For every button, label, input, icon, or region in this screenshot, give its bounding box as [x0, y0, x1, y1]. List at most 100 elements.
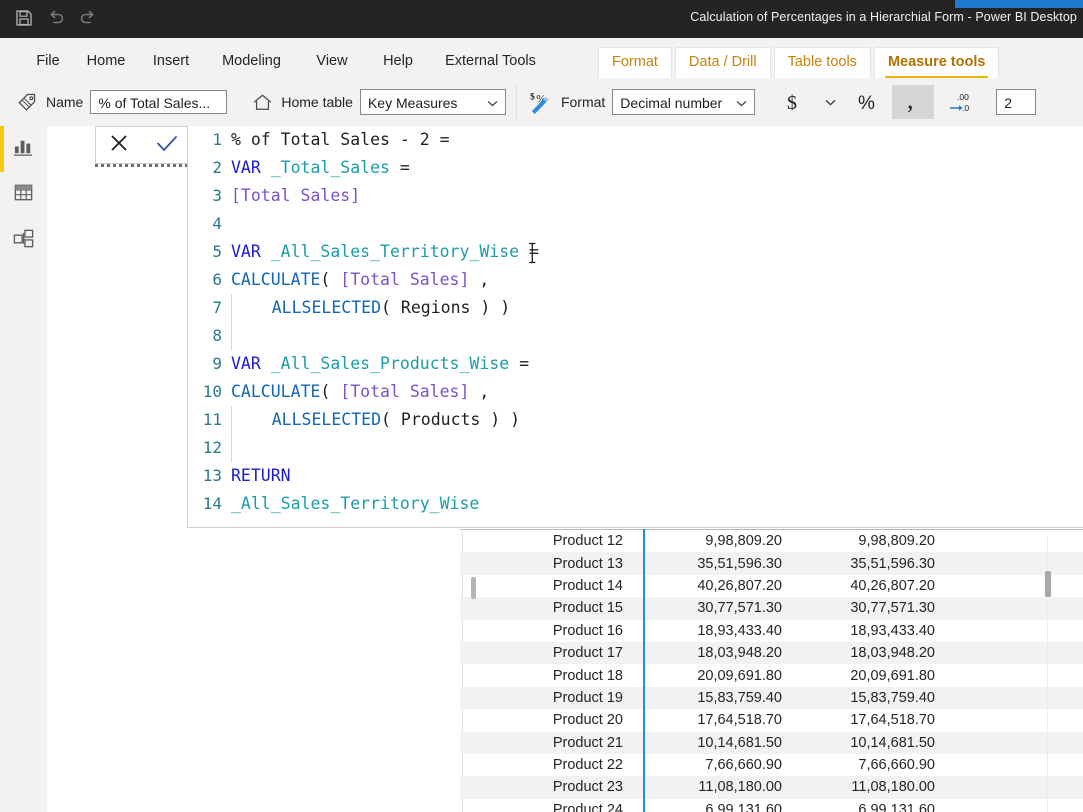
tab-home[interactable]: Home — [74, 53, 138, 78]
home-table-select[interactable]: Key Measures — [359, 89, 506, 115]
format-value: Decimal number — [620, 95, 723, 111]
tab-data-drill[interactable]: Data / Drill — [674, 47, 771, 78]
format-select[interactable]: Decimal number — [612, 89, 756, 115]
thousands-separator-button[interactable]: , — [892, 85, 935, 119]
tab-modeling[interactable]: Modeling — [204, 53, 299, 78]
table-cell-product: Product 15 — [552, 600, 623, 617]
sidebar-item-model-view[interactable] — [0, 218, 47, 264]
quick-access-toolbar — [14, 8, 98, 28]
table-row[interactable]: Product 14 40,26,807.20 40,26,807.20 — [460, 575, 1083, 597]
table-row[interactable]: Product 23 11,08,180.00 11,08,180.00 — [460, 776, 1083, 799]
table-row[interactable]: Product 20 17,64,518.70 17,64,518.70 — [460, 709, 1083, 731]
table-row[interactable]: Product 24 6,99,131.60 6,99,131.60 — [460, 799, 1083, 812]
table-cell-value-1: 30,77,571.30 — [697, 600, 782, 617]
dax-formula-bar: 1 % of Total Sales - 2 = 2 VAR _Total_Sales… — [47, 126, 1083, 529]
ribbon-group-structure: Name % of Total Sales... Home table Key … — [0, 78, 516, 126]
table-row[interactable]: Product 21 10,14,681.50 10,14,681.50 — [460, 731, 1083, 754]
tab-external-tools[interactable]: External Tools — [431, 53, 550, 78]
measure-name-input[interactable]: % of Total Sales... — [90, 90, 228, 114]
table-row[interactable]: Product 12 9,98,809.20 9,98,809.20 — [460, 530, 1083, 552]
table-cell-product: Product 22 — [552, 757, 623, 774]
tab-format[interactable]: Format — [598, 47, 672, 78]
code-text: ALLSELECTED( Products ) ) — [231, 406, 520, 434]
line-number: 1 — [212, 130, 222, 149]
sidebar-item-report-view[interactable] — [0, 126, 47, 172]
dax-code-editor[interactable]: 1 % of Total Sales - 2 = 2 VAR _Total_Sales… — [187, 126, 1083, 528]
chevron-down-icon — [736, 89, 747, 115]
code-line: 10 CALCULATE( [Total Sales] , — [188, 378, 1083, 406]
code-text — [231, 322, 232, 350]
code-token: [Total Sales] — [340, 270, 470, 289]
currency-format-button[interactable]: $ — [775, 85, 811, 119]
table-row[interactable]: Product 15 30,77,571.30 30,77,571.30 — [460, 597, 1083, 620]
code-token: CALCULATE — [231, 382, 321, 401]
svg-text:.0: .0 — [962, 103, 969, 113]
tab-help[interactable]: Help — [365, 53, 431, 78]
code-line: 6 CALCULATE( [Total Sales] , — [188, 266, 1083, 294]
table-cell-product: Product 17 — [552, 645, 623, 662]
formula-commit-controls — [95, 126, 192, 164]
window-title: Calculation of Percentages in a Hierarch… — [690, 10, 1077, 24]
currency-dropdown-chevron-icon[interactable] — [818, 85, 842, 119]
name-label: Name — [46, 94, 84, 110]
table-cell-value-2: 18,93,433.40 — [850, 622, 935, 639]
table-row[interactable]: Product 19 15,83,759.40 15,83,759.40 — [460, 686, 1083, 710]
code-text: VAR _Total_Sales = — [231, 154, 410, 182]
code-token: VAR — [231, 158, 261, 177]
code-token: ( — [320, 382, 341, 401]
code-token: _Total_Sales — [270, 158, 390, 177]
code-line: 12 — [188, 434, 1083, 462]
save-icon[interactable] — [14, 8, 34, 28]
tab-insert[interactable]: Insert — [138, 53, 204, 78]
svg-text:,: , — [907, 90, 914, 114]
code-text: ALLSELECTED( Regions ) ) — [231, 294, 510, 322]
code-token: _All_Sales_Territory_Wise — [270, 242, 520, 261]
formula-bar-resize-handle[interactable] — [95, 164, 191, 167]
code-token: CALCULATE — [231, 270, 321, 289]
table-row[interactable]: Product 13 35,51,596.30 35,51,596.30 — [460, 552, 1083, 575]
code-text: % of Total Sales - 2 = — [231, 126, 450, 154]
table-cell-value-2: 40,26,807.20 — [850, 577, 935, 594]
code-line: 5 VAR _All_Sales_Territory_Wise = — [188, 238, 1083, 266]
code-line: 9 VAR _All_Sales_Products_Wise = — [188, 350, 1083, 378]
decrease-decimals-icon[interactable]: .00 .0 — [941, 85, 981, 119]
table-scrollbar-thumb-left[interactable] — [471, 577, 476, 599]
code-line: 14 _All_Sales_Territory_Wise — [188, 490, 1083, 518]
table-cell-value-1: 11,08,180.00 — [698, 779, 782, 796]
home-table-label: Home table — [281, 94, 353, 110]
table-cell-value-2: 9,98,809.20 — [858, 533, 935, 550]
table-cell-product: Product 12 — [552, 533, 623, 550]
percent-format-button[interactable]: % — [849, 85, 885, 119]
table-scrollbar-thumb-right[interactable] — [1045, 571, 1051, 597]
undo-icon[interactable] — [46, 8, 66, 28]
code-text: VAR _All_Sales_Territory_Wise = — [231, 238, 539, 266]
window-controls-highlight[interactable] — [955, 0, 1083, 8]
redo-icon[interactable] — [78, 8, 98, 28]
code-token: = — [509, 354, 530, 373]
tab-file[interactable]: File — [22, 53, 74, 78]
ribbon-group-formatting: $% Format Decimal number $ % , .00 .0 2 — [517, 78, 1046, 126]
tab-view[interactable]: View — [299, 53, 365, 78]
checkmark-icon[interactable] — [154, 131, 180, 160]
code-token: RETURN — [231, 466, 291, 485]
column-resize-indicator[interactable] — [643, 529, 645, 812]
table-cell-product: Product 18 — [552, 667, 623, 684]
table-row[interactable]: Product 18 20,09,691.80 20,09,691.80 — [460, 664, 1083, 686]
code-token: = — [519, 242, 539, 261]
table-cell-value-2: 7,66,660.90 — [858, 757, 935, 774]
tab-table-tools[interactable]: Table tools — [773, 47, 871, 78]
table-cell-product: Product 24 — [552, 801, 623, 812]
table-body: Product 12 9,98,809.20 9,98,809.20 Product … — [460, 530, 1083, 812]
tab-measure-tools[interactable]: Measure tools — [873, 47, 1000, 79]
close-x-icon[interactable] — [107, 131, 131, 160]
line-number: 8 — [212, 326, 222, 345]
table-row[interactable]: Product 22 7,66,660.90 7,66,660.90 — [460, 754, 1083, 776]
currency-percent-pen-icon: $% — [529, 90, 554, 115]
sidebar-item-data-view[interactable] — [0, 172, 47, 218]
table-cell-value-2: 17,64,518.70 — [850, 712, 935, 729]
decimal-places-input[interactable]: 2 — [996, 89, 1037, 115]
table-row[interactable]: Product 16 18,93,433.40 18,93,433.40 — [460, 620, 1083, 642]
table-visual[interactable]: Product 12 9,98,809.20 9,98,809.20 Product … — [460, 529, 1083, 812]
code-line: 7 ALLSELECTED( Regions ) ) — [188, 294, 1083, 322]
table-row[interactable]: Product 17 18,03,948.20 18,03,948.20 — [460, 641, 1083, 665]
